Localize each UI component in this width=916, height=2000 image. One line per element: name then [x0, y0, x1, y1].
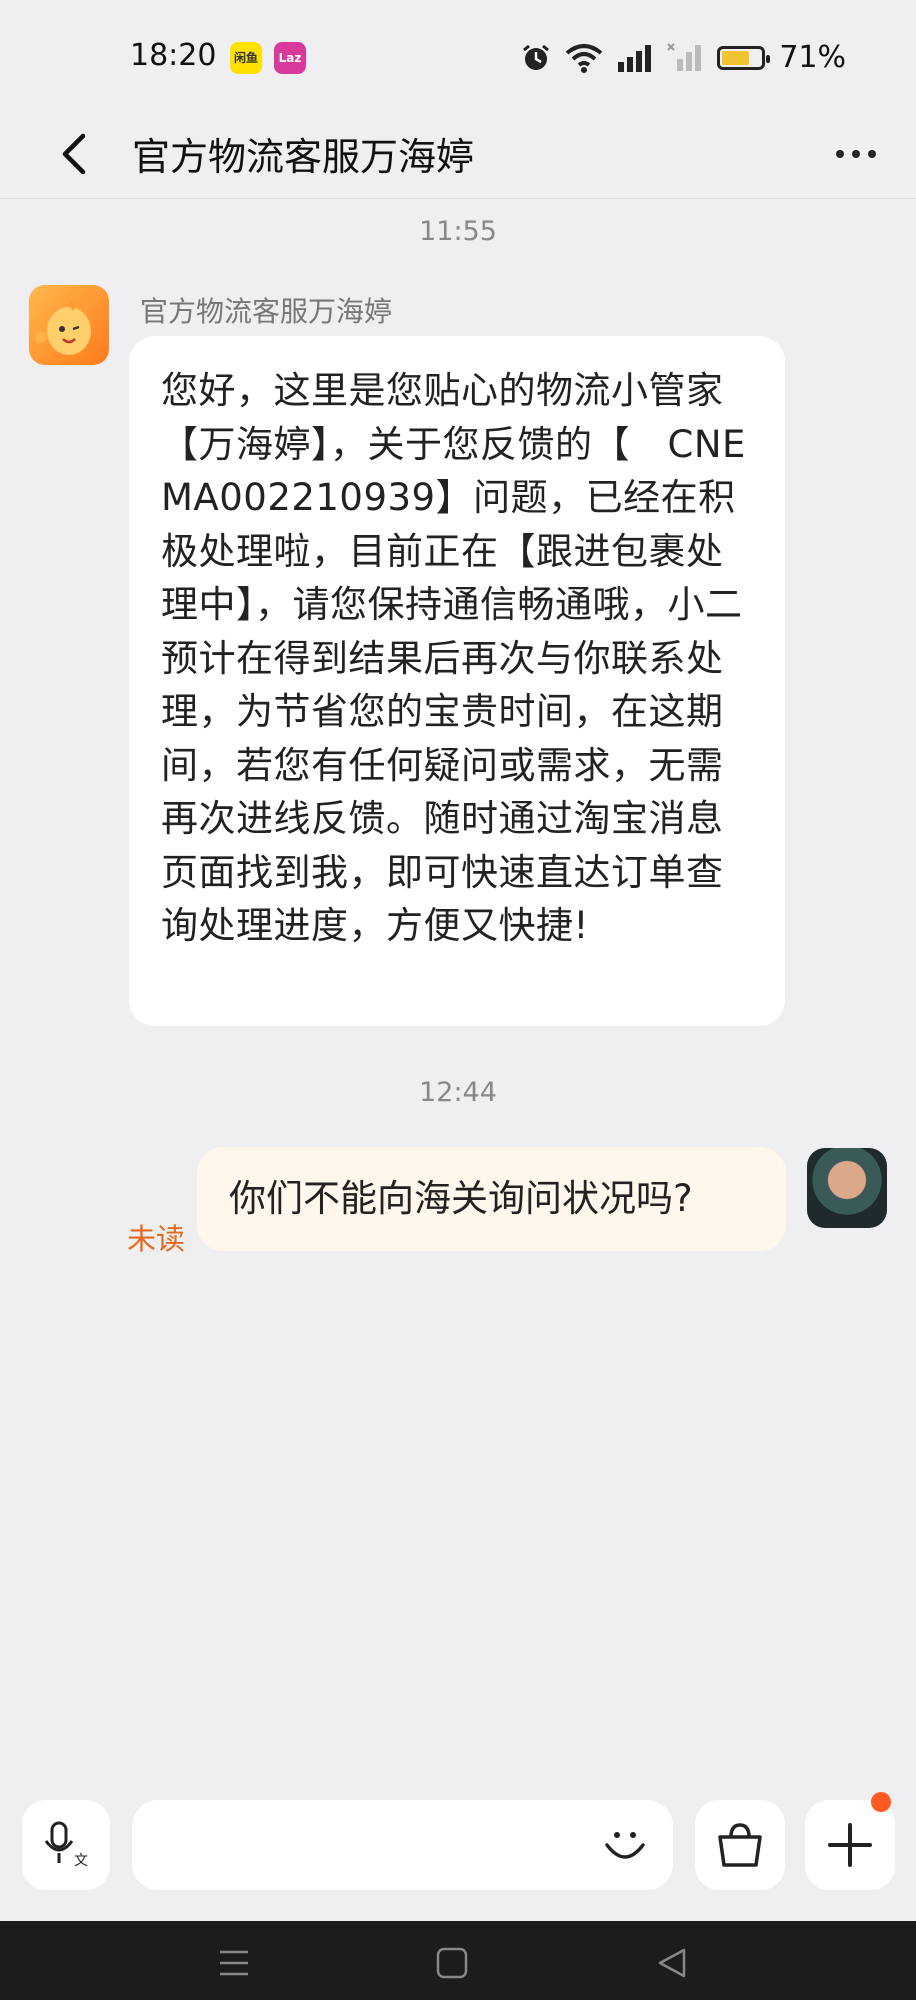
voice-translate-icon: 文 [44, 1821, 88, 1869]
plus-icon [828, 1823, 872, 1867]
battery-icon [717, 45, 771, 70]
shopping-bag-icon [718, 1823, 762, 1867]
back-button[interactable] [44, 124, 104, 184]
notification-dot [871, 1792, 891, 1812]
xianyu-app-icon: 闲鱼 [230, 42, 262, 74]
system-nav-bar [0, 1921, 916, 2000]
alarm-icon [523, 44, 550, 70]
status-bar: 18:20 闲鱼 Laz 71% [0, 0, 916, 110]
status-time: 18:20 [130, 38, 217, 73]
emoji-icon [605, 1832, 645, 1859]
nav-menu-button[interactable] [204, 1941, 264, 1985]
message-input[interactable] [132, 1800, 673, 1890]
voice-input-button[interactable]: 文 [22, 1800, 110, 1890]
agent-message-bubble[interactable]: 您好，这里是您贴心的物流小管家【万海婷】，关于您反馈的【 CNEMA002210… [129, 336, 785, 1026]
home-icon [436, 1947, 468, 1979]
unread-status: 未读 [127, 1222, 186, 1256]
nav-home-button[interactable] [422, 1941, 482, 1985]
page-title: 官方物流客服万海婷 [132, 135, 475, 179]
shopping-bag-button[interactable] [695, 1800, 785, 1890]
signal-icon [618, 44, 652, 72]
chevron-left-icon [62, 133, 86, 175]
lazada-app-icon: Laz [274, 42, 306, 74]
nav-back-button[interactable] [642, 1941, 702, 1985]
user-message-text: 你们不能向海关询问状况吗? [229, 1177, 693, 1220]
emoji-button[interactable] [595, 1815, 655, 1875]
message-timestamp: 11:55 [419, 216, 497, 247]
mascot-icon [35, 299, 91, 355]
user-avatar[interactable] [807, 1148, 887, 1228]
svg-text:文: 文 [74, 1853, 88, 1869]
chat-header: 官方物流客服万海婷 [0, 110, 916, 199]
battery-percent: 71% [779, 40, 846, 75]
battery-level [722, 50, 750, 65]
input-bar: 文 [0, 1792, 916, 1892]
menu-icon [220, 1950, 248, 1976]
status-indicators: 71% [521, 40, 846, 75]
sender-name: 官方物流客服万海婷 [140, 295, 393, 328]
wifi-icon [566, 43, 603, 73]
agent-message-text: 您好，这里是您贴心的物流小管家【万海婷】，关于您反馈的【 CNEMA002210… [161, 369, 746, 947]
agent-avatar[interactable] [29, 285, 109, 365]
more-button[interactable] [826, 128, 886, 180]
user-message-bubble[interactable]: 你们不能向海关询问状况吗? [197, 1147, 786, 1251]
more-horizontal-icon [836, 150, 844, 158]
signal-noservice-icon [667, 42, 702, 71]
message-timestamp: 12:44 [419, 1077, 497, 1108]
more-actions-button[interactable] [805, 1792, 895, 1890]
back-triangle-icon [658, 1948, 686, 1978]
